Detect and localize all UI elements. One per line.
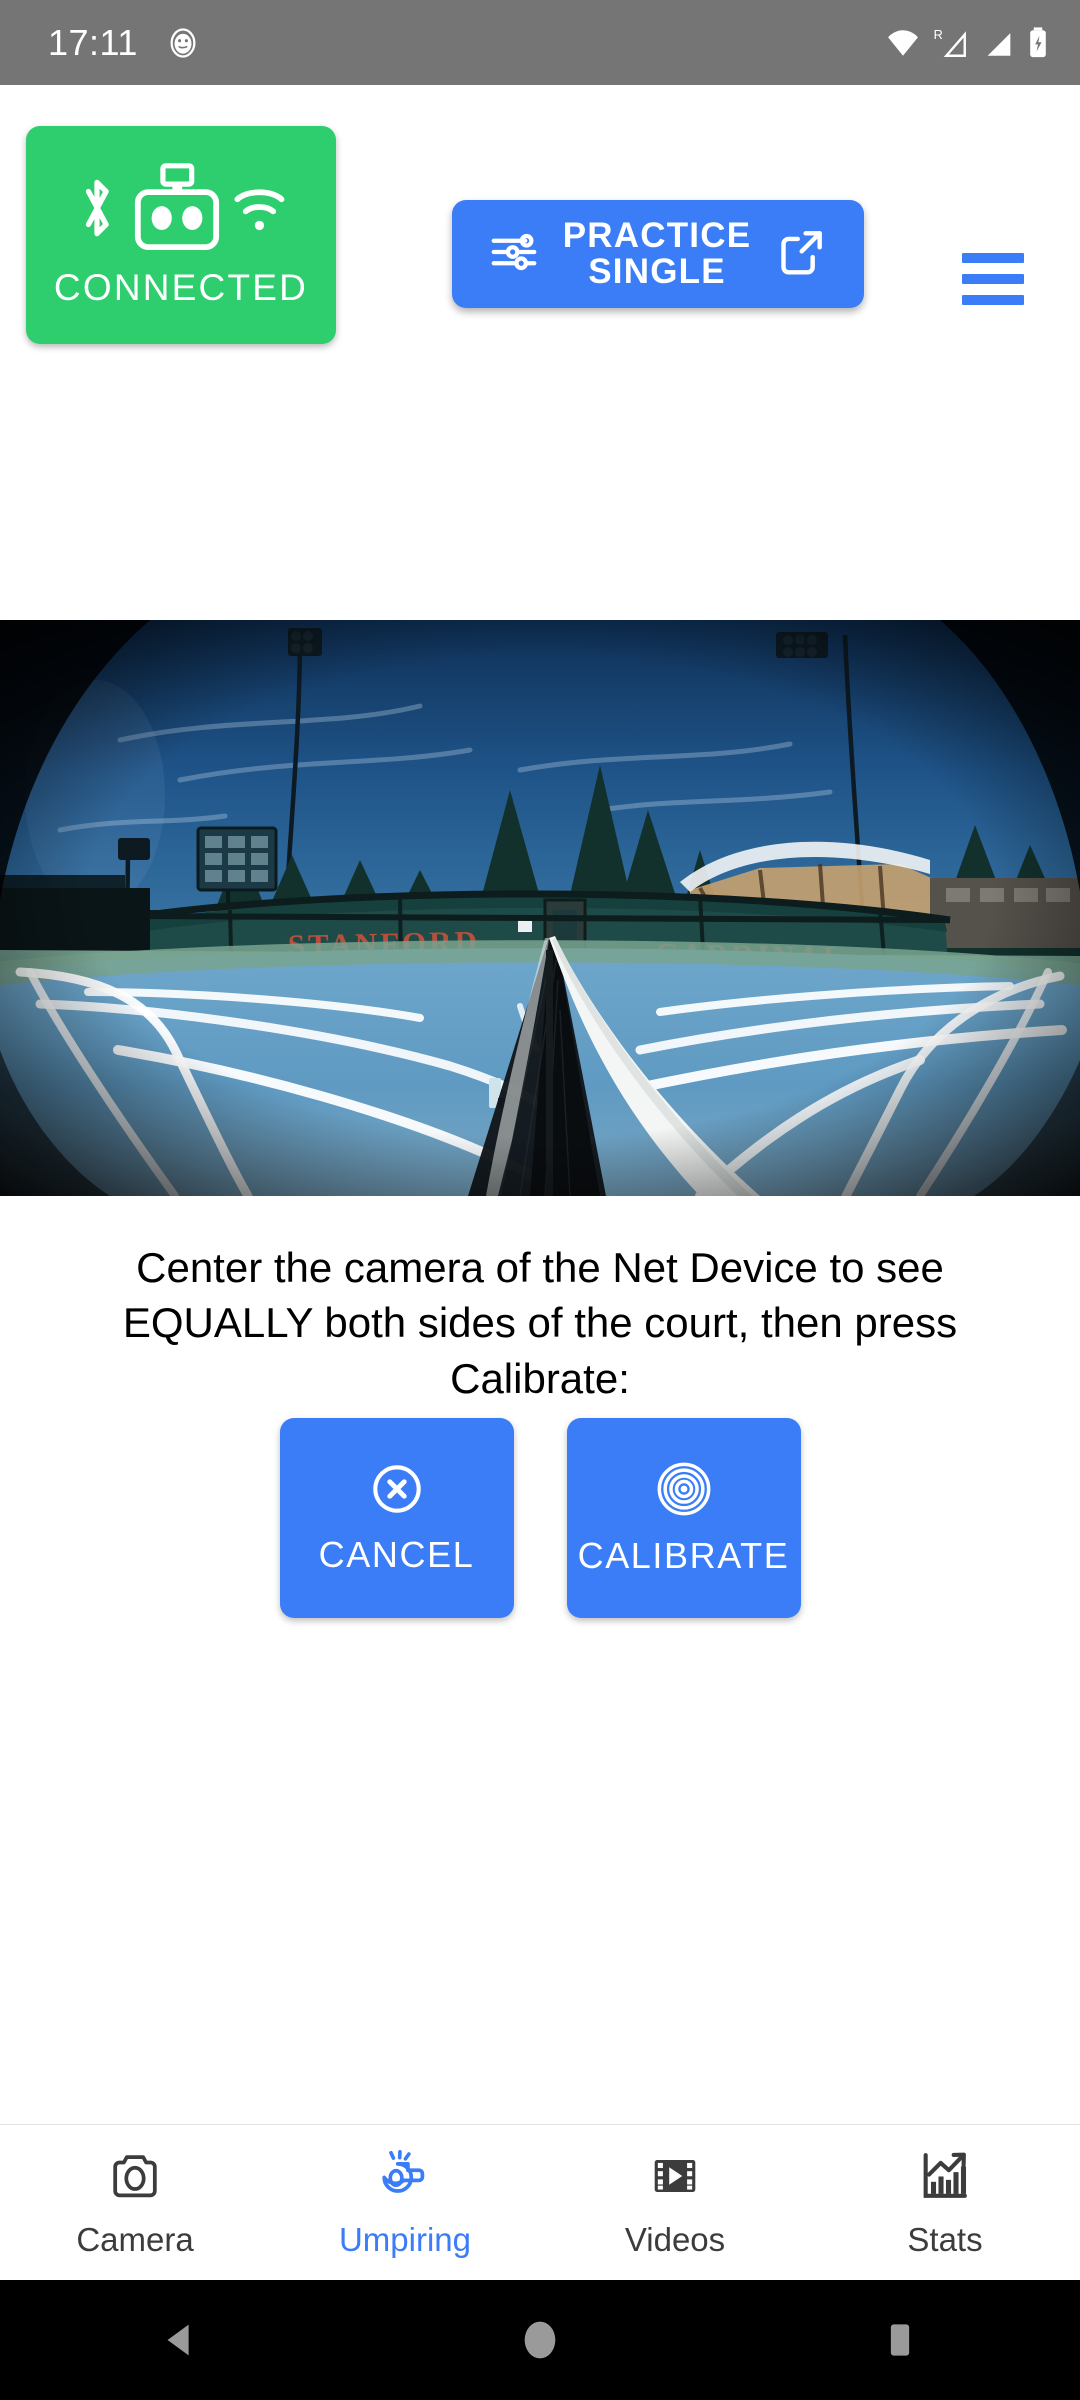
film-play-icon	[646, 2147, 704, 2210]
nav-label-umpiring: Umpiring	[338, 2220, 472, 2258]
external-link-icon	[773, 224, 829, 285]
notification-face-icon	[166, 26, 200, 60]
nav-item-stats[interactable]: Stats	[810, 2125, 1080, 2280]
cancel-circle-x-icon	[369, 1461, 425, 1520]
status-bar-left: 17:11	[48, 22, 200, 64]
whistle-icon	[376, 2147, 434, 2210]
tune-sliders-icon	[487, 225, 541, 284]
practice-mode-button[interactable]: PRACTICE SINGLE	[452, 200, 864, 308]
app-header: CONNECTED PRACTICE SINGLE	[0, 85, 1080, 370]
roaming-signal-icon: R	[932, 26, 972, 60]
status-bar-right: R	[884, 26, 1050, 60]
calibration-action-row: CANCEL CALIBRATE	[0, 1418, 1080, 1618]
status-clock: 17:11	[48, 21, 138, 63]
calibration-instruction-text: Center the camera of the Net Device to s…	[122, 1244, 958, 1402]
cellular-signal-icon	[982, 26, 1016, 60]
calibrate-button-label: CALIBRATE	[577, 1534, 790, 1576]
home-circle-icon[interactable]	[360, 2314, 720, 2366]
cancel-button-label: CANCEL	[318, 1533, 475, 1575]
hamburger-menu-icon[interactable]	[962, 253, 1024, 305]
bottom-navigation-bar: Camera Umpiring Videos Stats	[0, 2124, 1080, 2280]
camera-icon	[106, 2147, 164, 2210]
connection-status-card[interactable]: CONNECTED	[26, 126, 336, 344]
practice-mode-label: PRACTICE SINGLE	[562, 215, 752, 291]
connection-status-label: CONNECTED	[53, 266, 309, 308]
wifi-icon	[233, 173, 289, 248]
calibrate-button[interactable]: CALIBRATE	[566, 1418, 801, 1618]
nav-item-umpiring[interactable]: Umpiring	[270, 2125, 540, 2280]
back-triangle-icon[interactable]	[0, 2317, 360, 2363]
nav-item-camera[interactable]: Camera	[0, 2125, 270, 2280]
wifi-icon	[884, 26, 922, 60]
target-concentric-circles-icon	[655, 1460, 713, 1521]
bar-chart-trend-icon	[916, 2147, 974, 2210]
connection-icon-group	[73, 162, 289, 259]
nav-label-videos: Videos	[624, 2220, 726, 2258]
net-device-icon	[125, 162, 229, 259]
nav-label-camera: Camera	[76, 2220, 194, 2258]
bluetooth-icon	[73, 171, 121, 250]
nav-label-stats: Stats	[907, 2220, 983, 2258]
battery-charging-icon	[1026, 26, 1050, 60]
status-bar: 17:11 R	[0, 0, 1080, 85]
recents-square-icon[interactable]	[720, 2316, 1080, 2364]
svg-text:R: R	[934, 26, 943, 41]
camera-preview-image: STANFORD CARDINAL	[0, 620, 1080, 1196]
cancel-button[interactable]: CANCEL	[279, 1418, 514, 1618]
nav-item-videos[interactable]: Videos	[540, 2125, 810, 2280]
android-navigation-bar	[0, 2280, 1080, 2400]
